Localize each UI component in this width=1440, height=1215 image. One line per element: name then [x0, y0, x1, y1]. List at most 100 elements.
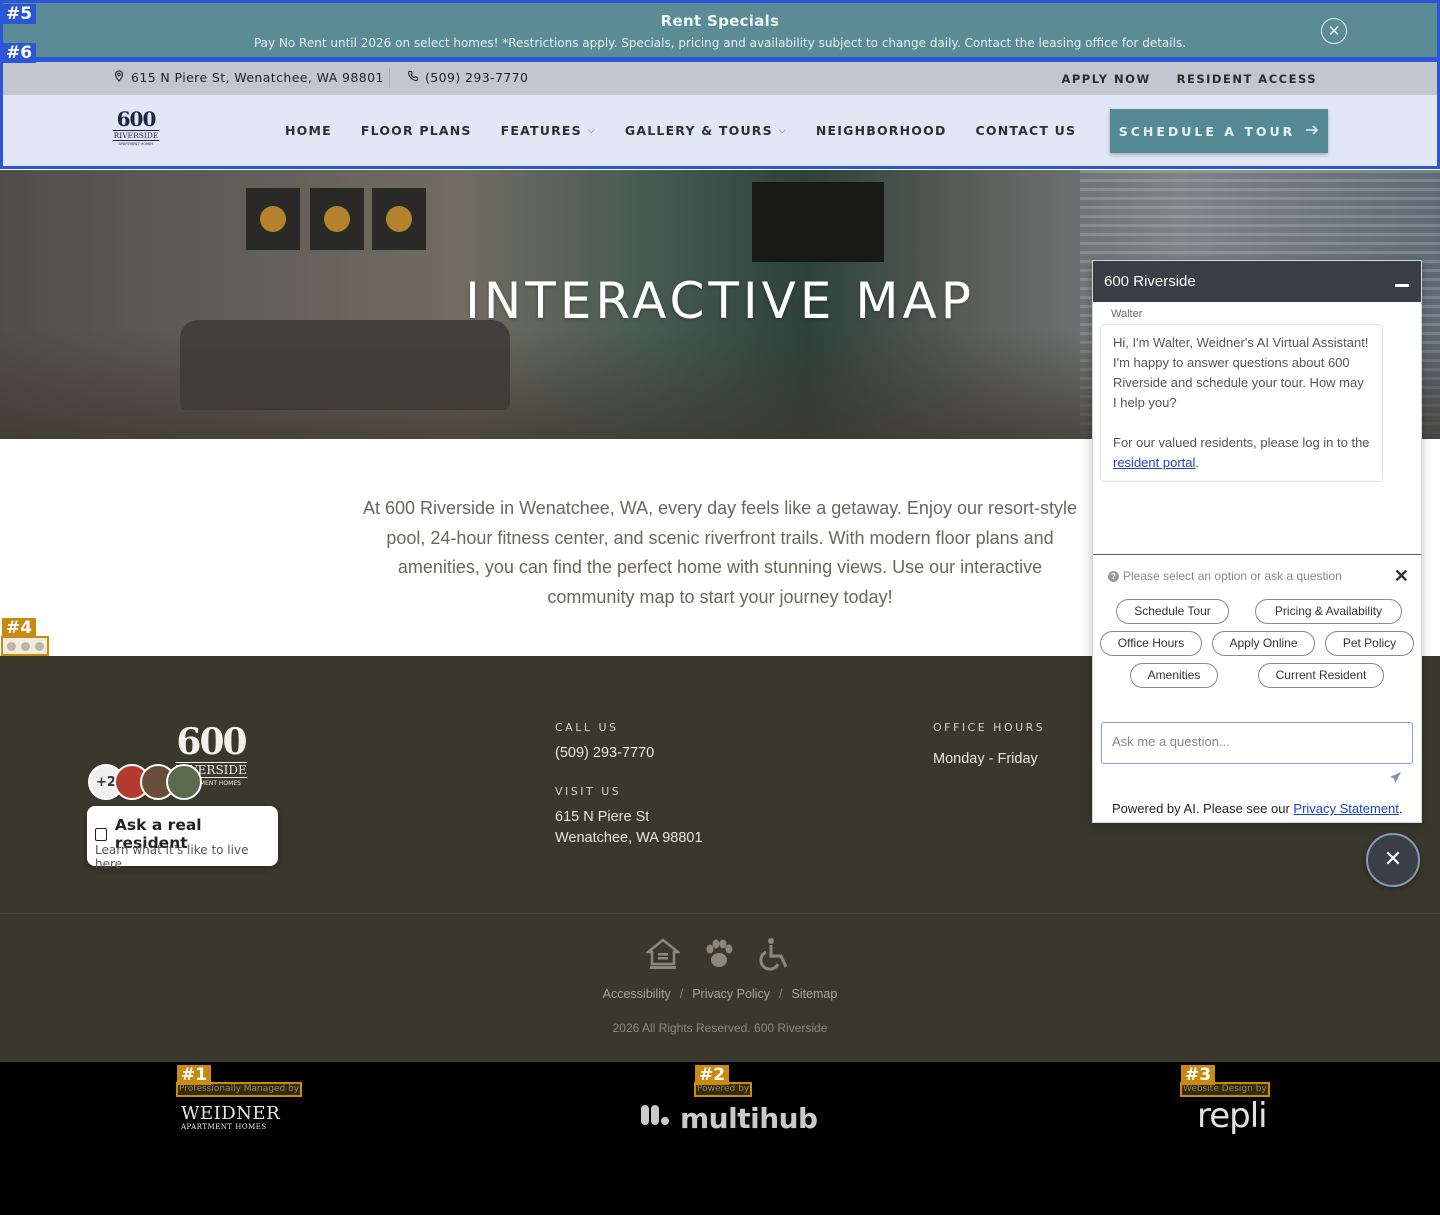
nav-contact-us[interactable]: CONTACT US [976, 123, 1077, 138]
nav-neighborhood[interactable]: NEIGHBORHOOD [816, 123, 947, 138]
office-hours-label: OFFICE HOURS [933, 721, 1046, 734]
question-icon: ? [1108, 570, 1119, 582]
address-line-2: Wenatchee, WA 98801 [555, 830, 703, 846]
visit-us-column: VISIT US 615 N Piere St Wenatchee, WA 98… [555, 785, 703, 849]
accessibility-icon [758, 937, 792, 975]
chat-widget: 600 Riverside Walter Hi, I'm Walter, Wei… [1092, 260, 1422, 823]
avatar [166, 764, 202, 800]
call-us-phone[interactable]: (509) 293-7770 [555, 743, 654, 764]
nav-gallery-label: GALLERY & TOURS [624, 123, 773, 138]
ask-resident-card[interactable]: Ask a real resident Learn what it's like… [87, 806, 278, 871]
schedule-tour-button[interactable]: SCHEDULE A TOUR [1110, 109, 1328, 153]
promo-text: Pay No Rent until 2026 on select homes! … [253, 36, 1187, 50]
chevron-down-icon: ⌵ [778, 125, 787, 136]
marker-4: #4 [2, 618, 37, 638]
nav-features-label: FEATURES [500, 123, 582, 138]
visit-us-label: VISIT US [555, 785, 622, 798]
chat-disclaimer-text: Powered by AI. Please see our [1112, 801, 1290, 816]
footer-logo-number: 600 [176, 721, 247, 763]
main-nav: 600 RIVERSIDE APARTMENT HOMES HOME FLOOR… [3, 95, 1437, 167]
chat-input[interactable]: Ask me a question... [1101, 722, 1413, 764]
weidner-logo[interactable]: WEIDNER APARTMENT HOMES [181, 1103, 281, 1132]
close-options-icon[interactable]: ✕ [1394, 566, 1409, 587]
paw-icon [702, 939, 736, 973]
divider [389, 68, 390, 88]
apply-now-link[interactable]: APPLY NOW [1061, 72, 1150, 86]
chat-toggle-close-icon[interactable]: ✕ [1366, 833, 1420, 887]
option-office-hours[interactable]: Office Hours [1100, 631, 1202, 656]
send-icon[interactable] [1389, 771, 1402, 787]
address-link[interactable]: 615 N Piere St, Wenatchee, WA 98801 [113, 70, 384, 85]
office-hours-column: OFFICE HOURS Monday - Friday [933, 721, 1045, 770]
office-hours-days: Monday - Friday [933, 751, 1038, 767]
close-icon[interactable]: ✕ [1321, 18, 1347, 44]
chat-message-resident: For our valued residents, please log in … [1113, 433, 1370, 473]
chat-message-intro: Hi, I'm Walter, Weidner's AI Virtual Ass… [1113, 335, 1369, 410]
logo-sub: APARTMENT HOMES [118, 142, 154, 146]
chat-disclaimer: Powered by AI. Please see our Privacy St… [1112, 801, 1403, 816]
address-text: 615 N Piere St, Wenatchee, WA 98801 [131, 70, 384, 85]
chat-message-end: . [1195, 455, 1200, 470]
link-separator: / [679, 987, 684, 1001]
schedule-tour-label: SCHEDULE A TOUR [1118, 123, 1296, 139]
site-logo[interactable]: 600 RIVERSIDE APARTMENT HOMES [113, 109, 159, 146]
site-header: 615 N Piere St, Wenatchee, WA 98801 (509… [0, 60, 1440, 169]
privacy-statement-link[interactable]: Privacy Statement [1293, 801, 1399, 816]
privacy-policy-link[interactable]: Privacy Policy [692, 987, 770, 1001]
compliance-icons [644, 937, 792, 975]
accessibility-link[interactable]: Accessibility [603, 987, 671, 1001]
option-amenities[interactable]: Amenities [1130, 663, 1218, 688]
weidner-logo-name: WEIDNER [181, 1103, 281, 1124]
arrow-right-icon [1305, 124, 1319, 139]
address-line-1: 615 N Piere St [555, 809, 650, 825]
chat-message: Hi, I'm Walter, Weidner's AI Virtual Ass… [1100, 324, 1383, 482]
chat-disclaimer-end: . [1398, 801, 1403, 816]
chat-bubble-icon [95, 827, 107, 841]
nav-menu: HOME FLOOR PLANS FEATURES ⌵ GALLERY & TOU… [285, 123, 1076, 138]
visit-us-address[interactable]: 615 N Piere St Wenatchee, WA 98801 [555, 807, 703, 849]
phone-link[interactable]: (509) 293-7770 [407, 70, 528, 85]
nav-home[interactable]: HOME [285, 123, 332, 138]
chat-message-resident-text: For our valued residents, please log in … [1113, 435, 1370, 450]
resident-portal-link[interactable]: resident portal [1113, 455, 1195, 470]
nav-gallery-tours[interactable]: GALLERY & TOURS ⌵ [625, 123, 787, 138]
logo-name: RIVERSIDE [113, 130, 159, 141]
option-current-resident[interactable]: Current Resident [1258, 663, 1384, 688]
resident-avatars[interactable]: +2 [88, 764, 202, 800]
promo-title: Rent Specials [660, 12, 780, 30]
phone-text: (509) 293-7770 [425, 70, 529, 85]
multihub-mark-icon [640, 1102, 670, 1135]
minimize-icon[interactable] [1395, 284, 1409, 287]
chat-header: 600 Riverside [1093, 261, 1421, 302]
nav-features[interactable]: FEATURES ⌵ [501, 123, 596, 138]
marker-6: #6 [2, 43, 37, 63]
copyright: 2026 All Rights Reserved. 600 Riverside [612, 1021, 828, 1035]
link-separator: / [779, 987, 783, 1001]
marker-5: #5 [2, 4, 37, 24]
resident-access-link[interactable]: RESIDENT ACCESS [1177, 72, 1317, 86]
option-schedule-tour[interactable]: Schedule Tour [1116, 599, 1229, 624]
map-pin-icon [113, 70, 125, 85]
marker-2: #2 [695, 1065, 730, 1085]
loading-dots [1, 636, 49, 656]
chat-title: 600 Riverside [1104, 273, 1196, 290]
marker-3: #3 [1181, 1065, 1216, 1085]
phone-icon [407, 70, 419, 85]
repli-logo[interactable]: repli [1197, 1096, 1268, 1136]
intro-text: At 600 Riverside in Wenatchee, WA, every… [363, 498, 1077, 607]
utility-links: APPLY NOW RESIDENT ACCESS [1061, 72, 1317, 86]
option-pricing-availability[interactable]: Pricing & Availability [1255, 599, 1402, 624]
chat-divider [1093, 554, 1421, 555]
utility-bar: 615 N Piere St, Wenatchee, WA 98801 (509… [3, 62, 1437, 95]
chat-prompt: ? Please select an option or ask a quest… [1108, 569, 1342, 583]
nav-floor-plans[interactable]: FLOOR PLANS [361, 123, 472, 138]
sitemap-link[interactable]: Sitemap [791, 987, 837, 1001]
option-pet-policy[interactable]: Pet Policy [1325, 631, 1414, 656]
call-us-column: CALL US (509) 293-7770 [555, 721, 654, 764]
option-apply-online[interactable]: Apply Online [1212, 631, 1315, 656]
multihub-logo[interactable]: multihub [640, 1102, 818, 1135]
marker-1: #1 [177, 1065, 212, 1085]
ask-resident-subtitle: Learn what it's like to live here [95, 843, 249, 871]
footer-divider [0, 913, 1440, 914]
chat-prompt-text: Please select an option or ask a questio… [1123, 569, 1342, 583]
